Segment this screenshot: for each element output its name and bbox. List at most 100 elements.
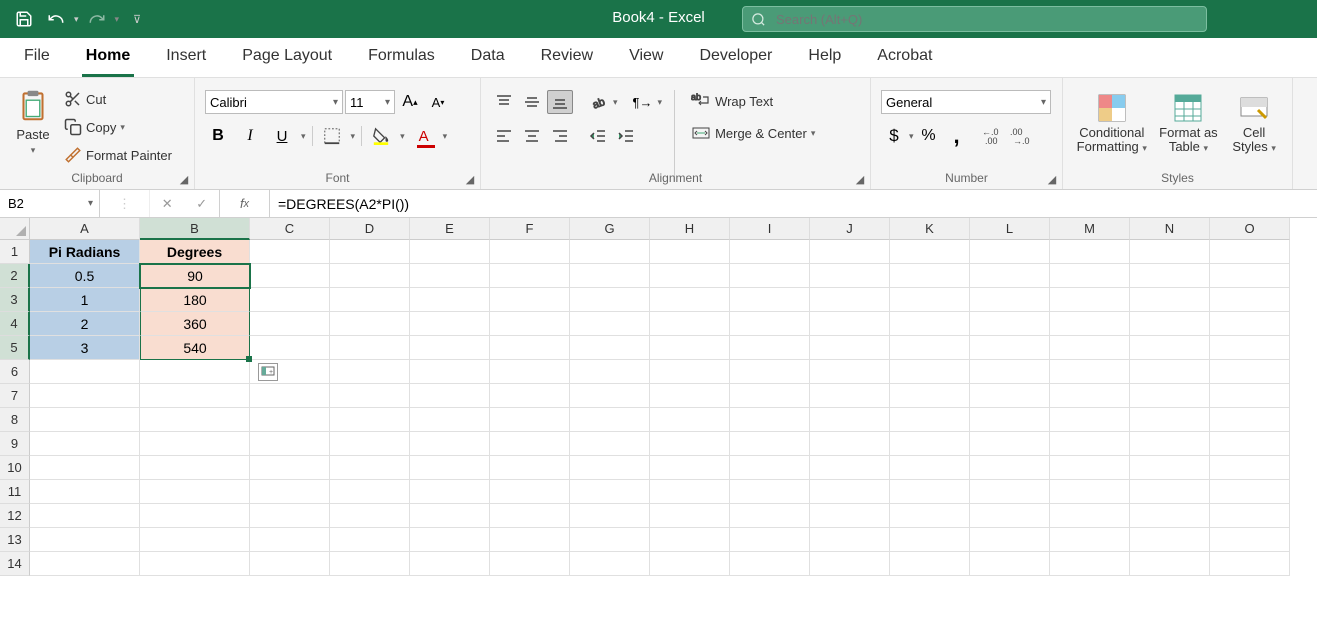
tab-insert[interactable]: Insert xyxy=(162,38,210,77)
cell-G2[interactable] xyxy=(570,264,650,288)
cell-N5[interactable] xyxy=(1130,336,1210,360)
italic-button[interactable]: I xyxy=(237,124,263,148)
cell-A5[interactable]: 3 xyxy=(30,336,140,360)
tab-help[interactable]: Help xyxy=(804,38,845,77)
cell-I1[interactable] xyxy=(730,240,810,264)
cell-E13[interactable] xyxy=(410,528,490,552)
cell-E7[interactable] xyxy=(410,384,490,408)
column-header-G[interactable]: G xyxy=(570,218,650,240)
cell-J14[interactable] xyxy=(810,552,890,576)
alignment-launcher-icon[interactable]: ◢ xyxy=(853,172,867,186)
cell-E5[interactable] xyxy=(410,336,490,360)
cell-E11[interactable] xyxy=(410,480,490,504)
cell-M1[interactable] xyxy=(1050,240,1130,264)
cell-K1[interactable] xyxy=(890,240,970,264)
cell-J2[interactable] xyxy=(810,264,890,288)
cell-H6[interactable] xyxy=(650,360,730,384)
cell-B5[interactable]: 540 xyxy=(140,336,250,360)
cell-C12[interactable] xyxy=(250,504,330,528)
align-bottom-icon[interactable] xyxy=(547,90,573,114)
tab-acrobat[interactable]: Acrobat xyxy=(873,38,936,77)
cell-M8[interactable] xyxy=(1050,408,1130,432)
cell-I7[interactable] xyxy=(730,384,810,408)
cell-L2[interactable] xyxy=(970,264,1050,288)
cell-F12[interactable] xyxy=(490,504,570,528)
cell-C11[interactable] xyxy=(250,480,330,504)
cell-M11[interactable] xyxy=(1050,480,1130,504)
formula-input[interactable]: =DEGREES(A2*PI()) xyxy=(270,190,1317,217)
search-input[interactable] xyxy=(776,12,1198,27)
cell-B3[interactable]: 180 xyxy=(140,288,250,312)
fx-icon[interactable]: fx xyxy=(220,190,270,217)
cell-J12[interactable] xyxy=(810,504,890,528)
cell-H7[interactable] xyxy=(650,384,730,408)
cell-I11[interactable] xyxy=(730,480,810,504)
cell-I10[interactable] xyxy=(730,456,810,480)
copy-button[interactable]: Copy ▾ xyxy=(60,116,176,138)
cell-B1[interactable]: Degrees xyxy=(140,240,250,264)
cell-H11[interactable] xyxy=(650,480,730,504)
cell-O2[interactable] xyxy=(1210,264,1290,288)
cell-N11[interactable] xyxy=(1130,480,1210,504)
column-header-A[interactable]: A xyxy=(30,218,140,240)
tab-page-layout[interactable]: Page Layout xyxy=(238,38,336,77)
column-header-L[interactable]: L xyxy=(970,218,1050,240)
cell-K13[interactable] xyxy=(890,528,970,552)
align-middle-icon[interactable] xyxy=(519,90,545,114)
row-header[interactable]: 11 xyxy=(0,480,30,504)
tab-file[interactable]: File xyxy=(20,38,54,77)
border-button[interactable] xyxy=(319,124,345,148)
cell-O3[interactable] xyxy=(1210,288,1290,312)
row-header[interactable]: 9 xyxy=(0,432,30,456)
conditional-formatting-button[interactable]: ConditionalFormatting ▾ xyxy=(1073,88,1151,187)
cell-K9[interactable] xyxy=(890,432,970,456)
cell-F7[interactable] xyxy=(490,384,570,408)
cell-H2[interactable] xyxy=(650,264,730,288)
cell-D13[interactable] xyxy=(330,528,410,552)
cell-M12[interactable] xyxy=(1050,504,1130,528)
cut-button[interactable]: Cut xyxy=(60,88,176,110)
cell-G5[interactable] xyxy=(570,336,650,360)
cell-I12[interactable] xyxy=(730,504,810,528)
cell-I9[interactable] xyxy=(730,432,810,456)
cell-E14[interactable] xyxy=(410,552,490,576)
cell-I5[interactable] xyxy=(730,336,810,360)
cell-C13[interactable] xyxy=(250,528,330,552)
wrap-text-button[interactable]: ab Wrap Text xyxy=(687,90,819,112)
cell-B10[interactable] xyxy=(140,456,250,480)
cell-M10[interactable] xyxy=(1050,456,1130,480)
cell-A6[interactable] xyxy=(30,360,140,384)
cell-D6[interactable] xyxy=(330,360,410,384)
cell-O8[interactable] xyxy=(1210,408,1290,432)
cell-O7[interactable] xyxy=(1210,384,1290,408)
cell-M6[interactable] xyxy=(1050,360,1130,384)
merge-center-button[interactable]: Merge & Center ▾ xyxy=(687,122,819,144)
cell-N6[interactable] xyxy=(1130,360,1210,384)
cell-J1[interactable] xyxy=(810,240,890,264)
cell-F5[interactable] xyxy=(490,336,570,360)
cell-C1[interactable] xyxy=(250,240,330,264)
cell-O6[interactable] xyxy=(1210,360,1290,384)
increase-decimal-icon[interactable]: ←.0.00 xyxy=(980,124,1006,148)
cell-C14[interactable] xyxy=(250,552,330,576)
cell-I8[interactable] xyxy=(730,408,810,432)
cell-L9[interactable] xyxy=(970,432,1050,456)
redo-dropdown[interactable]: ▾ xyxy=(115,14,120,25)
cell-K5[interactable] xyxy=(890,336,970,360)
cell-L10[interactable] xyxy=(970,456,1050,480)
cell-D7[interactable] xyxy=(330,384,410,408)
column-header-B[interactable]: B xyxy=(140,218,250,240)
cell-O4[interactable] xyxy=(1210,312,1290,336)
row-header[interactable]: 4 xyxy=(0,312,30,336)
cell-G7[interactable] xyxy=(570,384,650,408)
row-header[interactable]: 2 xyxy=(0,264,30,288)
undo-dropdown[interactable]: ▾ xyxy=(74,14,79,25)
cell-N13[interactable] xyxy=(1130,528,1210,552)
cell-B6[interactable] xyxy=(140,360,250,384)
cell-A8[interactable] xyxy=(30,408,140,432)
cell-J6[interactable] xyxy=(810,360,890,384)
cell-C7[interactable] xyxy=(250,384,330,408)
cell-H10[interactable] xyxy=(650,456,730,480)
cell-M7[interactable] xyxy=(1050,384,1130,408)
cell-N7[interactable] xyxy=(1130,384,1210,408)
